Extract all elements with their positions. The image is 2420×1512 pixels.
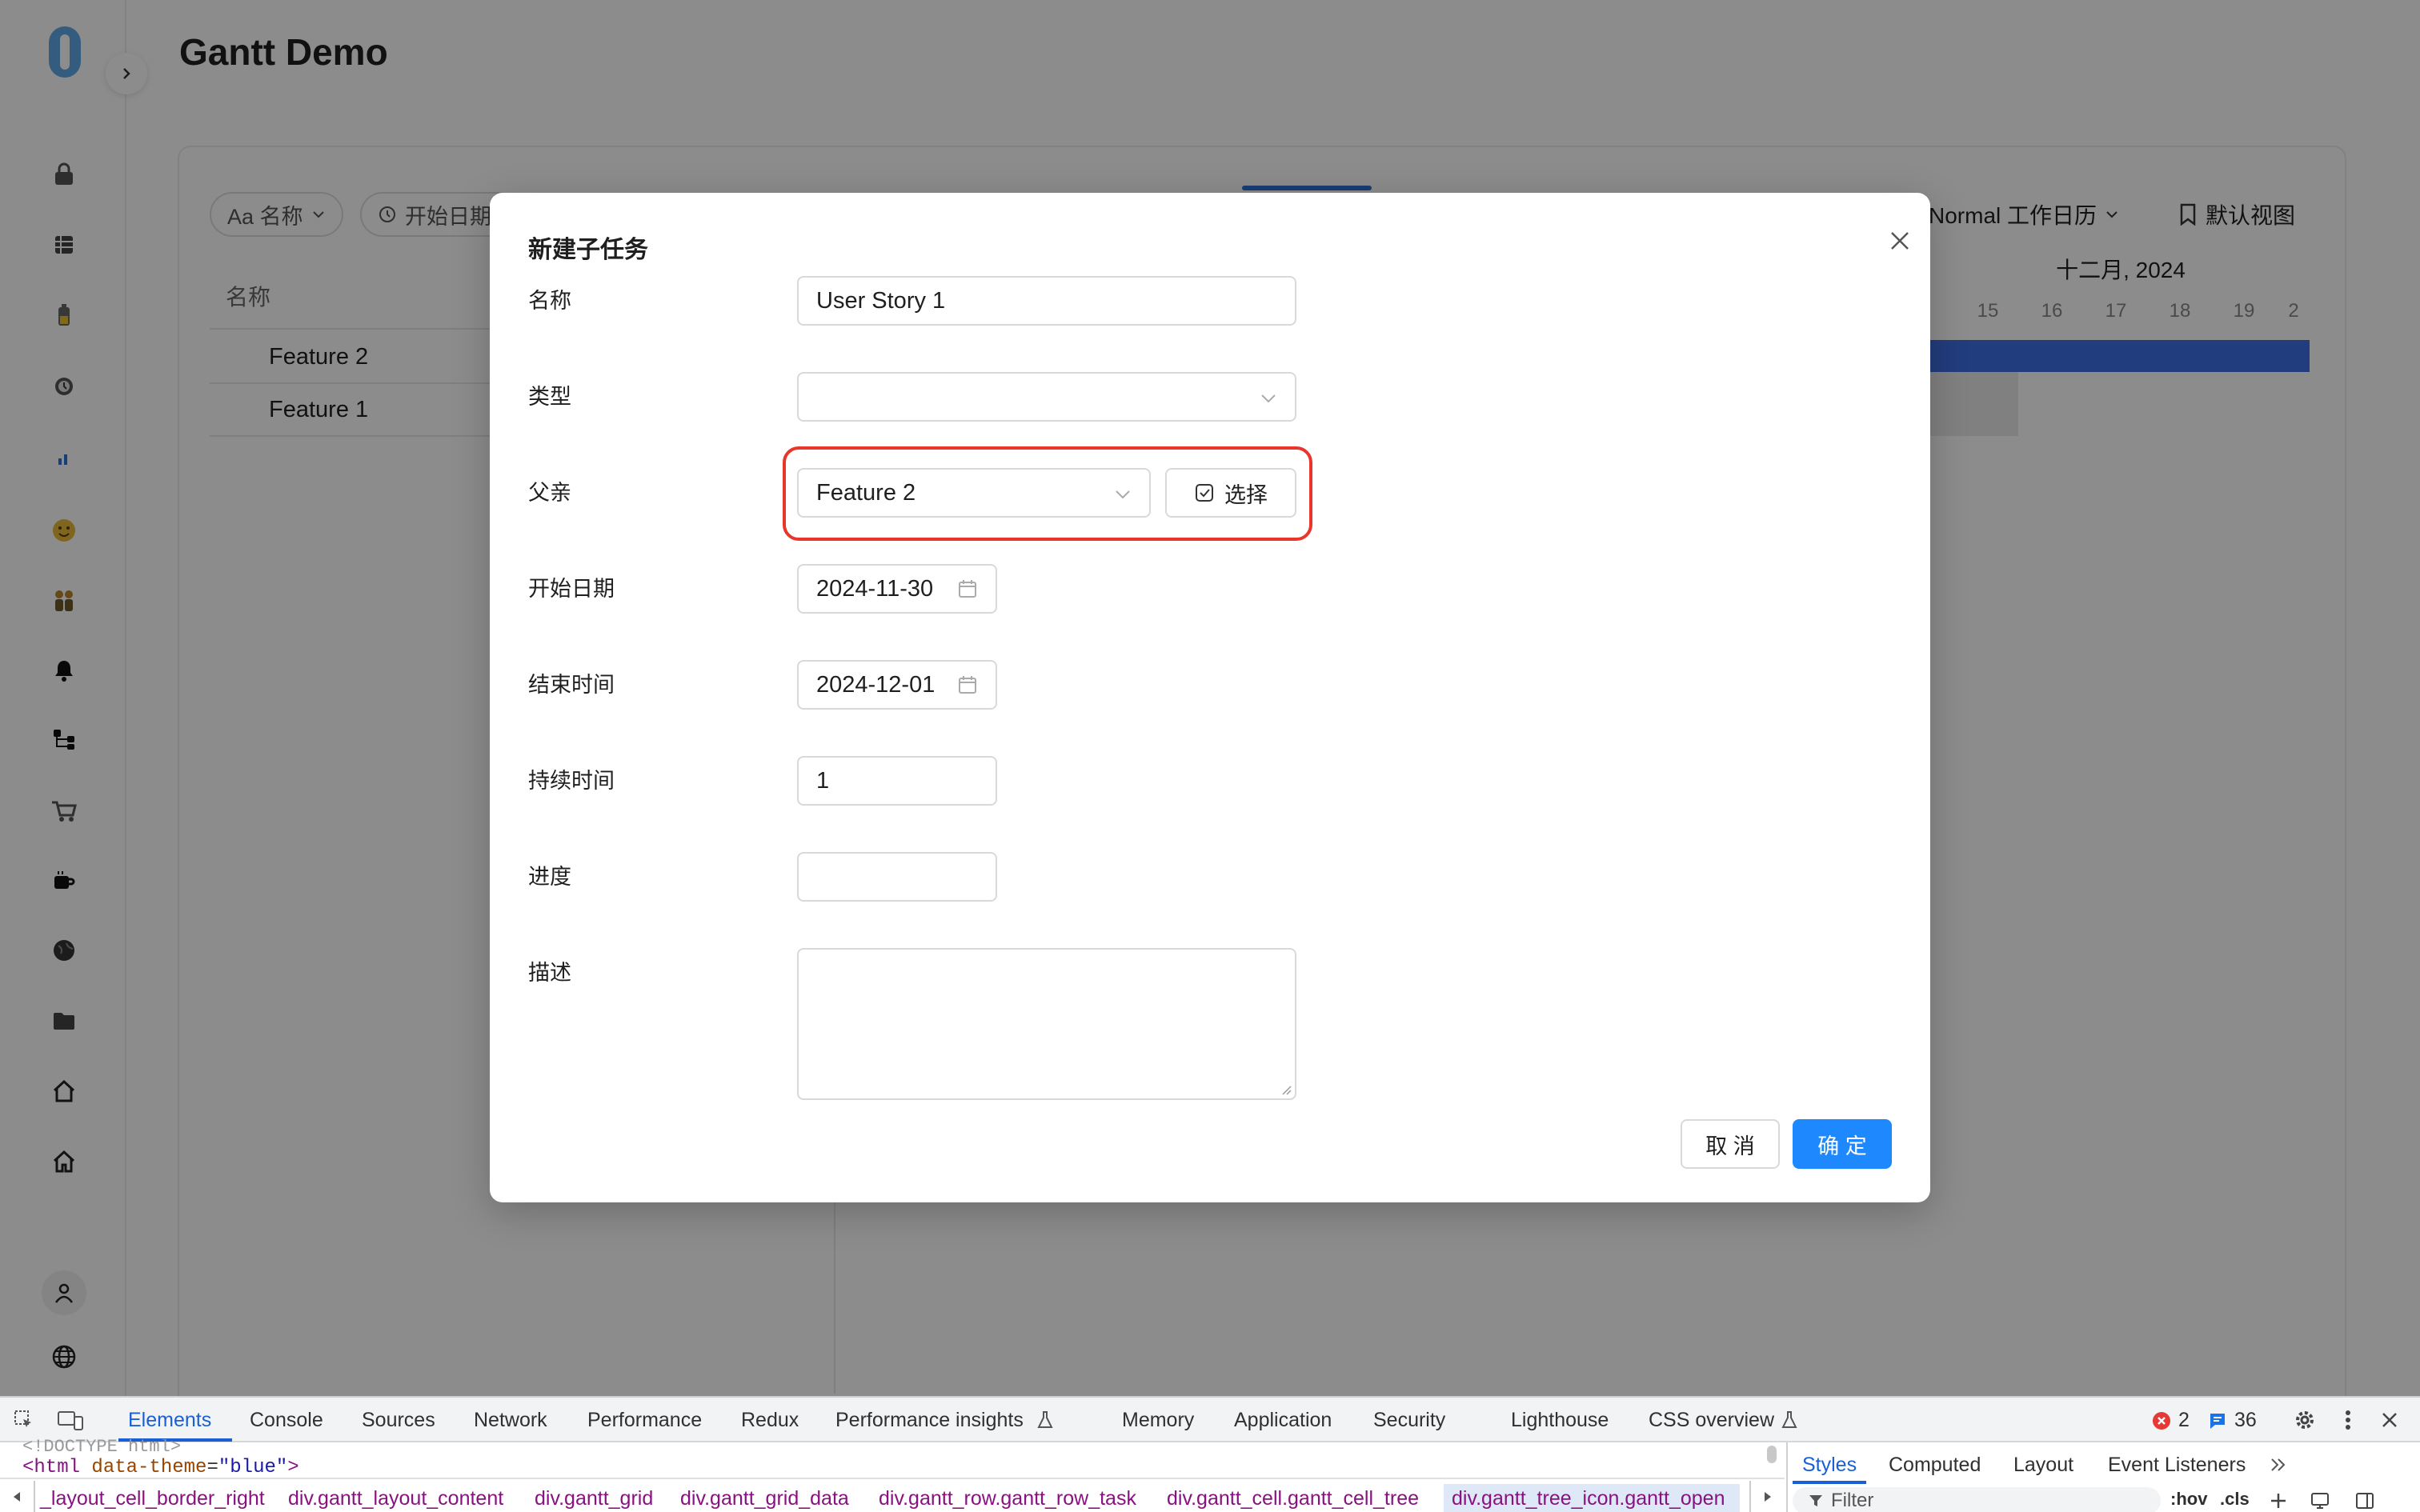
devtools-tab-elements[interactable]: Elements xyxy=(128,1398,211,1442)
start-date-label: 开始日期 xyxy=(528,577,615,601)
start-date-picker[interactable]: 2024-11-30 xyxy=(797,564,997,614)
ok-button[interactable]: 确 定 xyxy=(1793,1119,1892,1169)
inspect-element-icon[interactable] xyxy=(11,1407,37,1433)
more-tabs-chevron-icon[interactable] xyxy=(2266,1452,2290,1478)
html-attr-value: "blue" xyxy=(218,1457,288,1478)
html-attr: data-theme xyxy=(91,1457,207,1478)
settings-gear-icon[interactable] xyxy=(2292,1407,2318,1433)
html-tag: <html xyxy=(22,1457,81,1478)
devtools-tab-console[interactable]: Console xyxy=(250,1398,323,1442)
styles-filter-input[interactable]: Filter xyxy=(1793,1487,2161,1512)
breadcrumb-item[interactable]: div.gantt_cell.gantt_cell_tree xyxy=(1167,1484,1419,1512)
name-input[interactable]: User Story 1 xyxy=(797,276,1296,326)
highlight-annotation xyxy=(783,446,1312,541)
calendar-icon xyxy=(959,580,976,598)
more-options-icon[interactable] xyxy=(2338,1407,2358,1433)
description-label: 描述 xyxy=(528,961,571,985)
device-toggle-icon[interactable] xyxy=(56,1407,85,1433)
scroll-thumb[interactable] xyxy=(1767,1446,1777,1463)
filter-icon xyxy=(1809,1495,1822,1506)
devtools-tab-performance[interactable]: Performance xyxy=(587,1398,702,1442)
devtools-tab-network[interactable]: Network xyxy=(474,1398,547,1442)
ok-label: 确 定 xyxy=(1817,1134,1867,1158)
end-date-label: 结束时间 xyxy=(528,673,615,697)
error-count[interactable]: 2 xyxy=(2178,1398,2190,1442)
devtools-tab-application[interactable]: Application xyxy=(1234,1398,1332,1442)
name-label: 名称 xyxy=(528,289,571,313)
close-devtools-icon[interactable] xyxy=(2377,1407,2402,1433)
toggle-sidebar-icon[interactable] xyxy=(2353,1489,2377,1512)
progress-label: 进度 xyxy=(528,865,571,889)
close-button[interactable] xyxy=(1881,222,1919,260)
dom-line-doctype: <!DOCTYPE html> xyxy=(22,1439,182,1455)
styles-active-indicator xyxy=(1793,1481,1866,1484)
styles-tab[interactable]: Styles xyxy=(1802,1449,1857,1481)
devtools-tab-bar: Elements Console Sources Network Perform… xyxy=(0,1398,2420,1442)
start-date-value: 2024-11-30 xyxy=(816,575,934,602)
breadcrumb-scroll-right-icon[interactable] xyxy=(1749,1481,1785,1512)
calendar-icon xyxy=(959,676,976,694)
filter-placeholder: Filter xyxy=(1831,1490,1874,1511)
devtools-tab-redux[interactable]: Redux xyxy=(741,1398,799,1442)
cancel-label: 取 消 xyxy=(1705,1134,1755,1158)
error-badge-icon xyxy=(2151,1410,2172,1431)
devtools-tab-css-overview[interactable]: CSS overview xyxy=(1649,1398,1774,1442)
breadcrumb-item[interactable]: div.gantt_row.gantt_row_task xyxy=(879,1484,1136,1512)
new-subtask-dialog: 新建子任务 名称 User Story 1 类型 父亲 Feature 2 选择… xyxy=(490,193,1930,1202)
dialog-title: 新建子任务 xyxy=(528,237,648,263)
devtools-tab-security[interactable]: Security xyxy=(1373,1398,1445,1442)
cls-toggle[interactable]: .cls xyxy=(2220,1489,2250,1510)
event-listeners-tab[interactable]: Event Listeners xyxy=(2108,1449,2246,1481)
duration-label: 持续时间 xyxy=(528,769,615,793)
layout-tab[interactable]: Layout xyxy=(2013,1449,2073,1481)
new-style-rule-icon[interactable] xyxy=(2266,1489,2290,1512)
end-date-picker[interactable]: 2024-12-01 xyxy=(797,660,997,710)
parent-label: 父亲 xyxy=(528,481,571,505)
cancel-button[interactable]: 取 消 xyxy=(1681,1119,1780,1169)
devtools-tab-performance-insights[interactable]: Performance insights xyxy=(835,1398,1024,1442)
rendering-emulation-icon[interactable] xyxy=(2308,1489,2332,1512)
breadcrumb-scroll-left-icon[interactable] xyxy=(0,1481,35,1512)
devtools-tab-memory[interactable]: Memory xyxy=(1122,1398,1194,1442)
hov-toggle[interactable]: :hov xyxy=(2170,1489,2207,1510)
description-textarea[interactable] xyxy=(797,948,1296,1100)
close-icon xyxy=(1891,232,1909,250)
computed-tab[interactable]: Computed xyxy=(1889,1449,1981,1481)
type-select[interactable] xyxy=(797,372,1296,422)
breadcrumb-item-selected[interactable]: div.gantt_tree_icon.gantt_open xyxy=(1444,1484,1740,1512)
resize-handle-icon[interactable] xyxy=(1280,1084,1292,1095)
type-label: 类型 xyxy=(528,385,571,409)
duration-value: 1 xyxy=(816,767,830,794)
breadcrumb-item[interactable]: div.gantt_layout_content xyxy=(288,1484,503,1512)
breadcrumb-item[interactable]: div.gantt_grid_data xyxy=(680,1484,849,1512)
devtools-panel: Elements Console Sources Network Perform… xyxy=(0,1396,2420,1512)
flask-icon xyxy=(1034,1409,1056,1431)
message-count[interactable]: 36 xyxy=(2234,1398,2257,1442)
duration-input[interactable]: 1 xyxy=(797,756,997,806)
devtools-tab-sources[interactable]: Sources xyxy=(362,1398,435,1442)
flask-icon xyxy=(1778,1409,1801,1431)
name-input-value: User Story 1 xyxy=(816,287,946,314)
devtools-tab-lighthouse[interactable]: Lighthouse xyxy=(1511,1398,1609,1442)
message-badge-icon xyxy=(2207,1410,2228,1431)
chevron-down-icon xyxy=(1261,394,1276,403)
end-date-value: 2024-12-01 xyxy=(816,671,936,698)
progress-input[interactable] xyxy=(797,852,997,902)
breadcrumb-item[interactable]: div.gantt_grid xyxy=(535,1484,653,1512)
breadcrumb-item[interactable]: _layout_cell_border_right xyxy=(40,1484,265,1512)
